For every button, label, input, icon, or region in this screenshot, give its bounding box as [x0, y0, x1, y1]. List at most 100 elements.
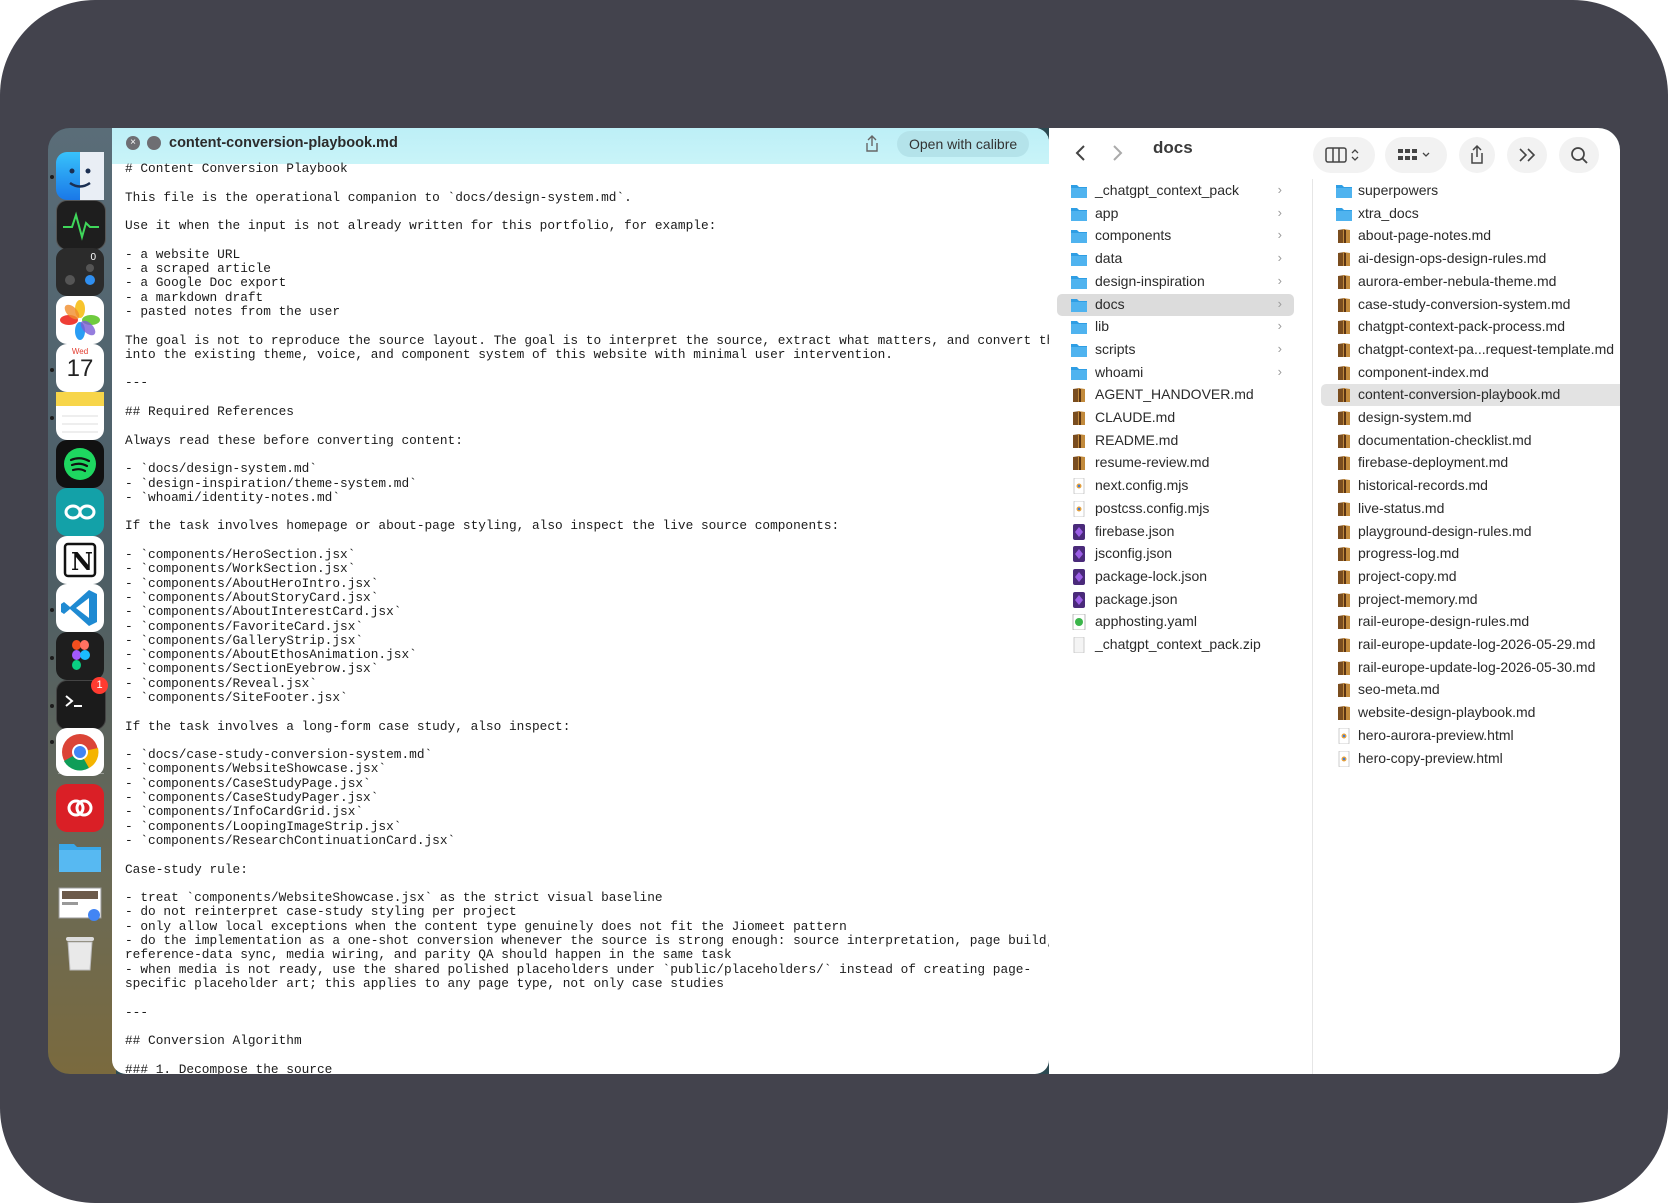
- file-icon: [1335, 342, 1353, 358]
- file-item[interactable]: chatgpt-context-pack-process.md: [1321, 316, 1620, 338]
- file-item[interactable]: postcss.config.mjs: [1057, 498, 1294, 520]
- file-item[interactable]: chatgpt-context-pa...request-template.md: [1321, 339, 1620, 361]
- file-item[interactable]: playground-design-rules.md: [1321, 521, 1620, 543]
- folder-item[interactable]: xtra_docs: [1321, 203, 1620, 225]
- item-label: rail-europe-design-rules.md: [1358, 613, 1530, 630]
- search-button[interactable]: [1559, 137, 1599, 173]
- quick-look-titlebar: × content-conversion-playbook.md Open wi…: [112, 128, 1049, 164]
- spotify-icon[interactable]: [56, 440, 104, 488]
- creative-cloud-icon[interactable]: [56, 784, 104, 832]
- share-icon[interactable]: [864, 134, 880, 154]
- folder-item[interactable]: design-inspiration ›: [1057, 271, 1294, 293]
- item-label: case-study-conversion-system.md: [1358, 295, 1571, 312]
- photos-icon[interactable]: [56, 296, 104, 344]
- file-item[interactable]: firebase-deployment.md: [1321, 452, 1620, 474]
- file-item[interactable]: firebase.json: [1057, 521, 1294, 543]
- file-icon: [1335, 682, 1353, 698]
- notes-icon[interactable]: [56, 392, 104, 440]
- figma-icon[interactable]: [56, 632, 104, 680]
- file-item[interactable]: resume-review.md: [1057, 452, 1294, 474]
- folder-icon: [1070, 274, 1088, 290]
- file-item[interactable]: next.config.mjs: [1057, 475, 1294, 497]
- file-item[interactable]: project-copy.md: [1321, 566, 1620, 588]
- file-item[interactable]: documentation-checklist.md: [1321, 430, 1620, 452]
- file-icon: [1070, 546, 1088, 563]
- close-icon[interactable]: ×: [126, 136, 140, 150]
- folder-item[interactable]: app ›: [1057, 203, 1294, 225]
- file-item[interactable]: historical-records.md: [1321, 475, 1620, 497]
- folder-icon: [1070, 297, 1088, 313]
- file-item[interactable]: case-study-conversion-system.md: [1321, 294, 1620, 316]
- file-item[interactable]: rail-europe-update-log-2026-05-29.md: [1321, 634, 1620, 656]
- view-mode-button[interactable]: [1313, 137, 1375, 173]
- more-toolbar-button[interactable]: [1507, 137, 1547, 173]
- forward-icon[interactable]: [1109, 142, 1125, 164]
- folder-item[interactable]: data ›: [1057, 248, 1294, 270]
- item-label: project-memory.md: [1358, 590, 1478, 607]
- file-item[interactable]: design-system.md: [1321, 407, 1620, 429]
- folder-item[interactable]: _chatgpt_context_pack ›: [1057, 180, 1294, 202]
- file-item[interactable]: website-design-playbook.md: [1321, 702, 1620, 724]
- file-item[interactable]: about-page-notes.md: [1321, 225, 1620, 247]
- arduino-icon[interactable]: [56, 488, 104, 536]
- file-icon: [1335, 410, 1353, 426]
- folder-item[interactable]: lib ›: [1057, 316, 1294, 338]
- item-label: whoami: [1095, 363, 1144, 380]
- file-item[interactable]: rail-europe-design-rules.md: [1321, 611, 1620, 633]
- file-item[interactable]: CLAUDE.md: [1057, 407, 1294, 429]
- terminal-icon[interactable]: 1: [56, 677, 108, 730]
- finder-icon[interactable]: [56, 152, 104, 200]
- file-icon: [1335, 501, 1353, 517]
- notion-icon[interactable]: N: [56, 536, 104, 584]
- open-with-button[interactable]: Open with calibre: [897, 131, 1030, 157]
- back-icon[interactable]: [1073, 142, 1089, 164]
- file-item[interactable]: hero-copy-preview.html: [1321, 748, 1620, 770]
- file-item[interactable]: AGENT_HANDOVER.md: [1057, 384, 1294, 406]
- file-item[interactable]: README.md: [1057, 430, 1294, 452]
- folder-icon: [1335, 206, 1353, 222]
- folder-icon: [1070, 206, 1088, 222]
- file-icon: [1070, 591, 1088, 608]
- file-item[interactable]: seo-meta.md: [1321, 679, 1620, 701]
- file-item[interactable]: package.json: [1057, 589, 1294, 611]
- file-item[interactable]: aurora-ember-nebula-theme.md: [1321, 271, 1620, 293]
- folder-item[interactable]: components ›: [1057, 225, 1294, 247]
- file-item[interactable]: _chatgpt_context_pack.zip: [1057, 634, 1294, 656]
- file-item[interactable]: jsconfig.json: [1057, 543, 1294, 565]
- calculator-icon[interactable]: 0: [56, 248, 104, 296]
- file-icon: [1070, 613, 1088, 631]
- folder-item[interactable]: docs ›: [1057, 293, 1294, 316]
- group-button[interactable]: [1385, 137, 1447, 173]
- file-item[interactable]: hero-aurora-preview.html: [1321, 725, 1620, 747]
- share-button[interactable]: [1459, 137, 1495, 173]
- item-label: live-status.md: [1358, 499, 1445, 516]
- screen: 0 Wed 17 N 1 × content-conversion-playbo…: [48, 128, 1620, 1074]
- folder-item[interactable]: scripts ›: [1057, 339, 1294, 361]
- file-item[interactable]: live-status.md: [1321, 498, 1620, 520]
- file-item[interactable]: progress-log.md: [1321, 543, 1620, 565]
- folder-item[interactable]: superpowers: [1321, 180, 1620, 202]
- vscode-icon[interactable]: [56, 584, 104, 632]
- file-icon: [1335, 478, 1353, 494]
- chevron-right-icon: ›: [1277, 204, 1282, 220]
- file-item[interactable]: package-lock.json: [1057, 566, 1294, 588]
- preview-thumbnail-icon[interactable]: [56, 880, 104, 928]
- file-item[interactable]: project-memory.md: [1321, 589, 1620, 611]
- fullscreen-icon[interactable]: [147, 136, 161, 150]
- file-icon: [1070, 433, 1088, 449]
- file-item[interactable]: content-conversion-playbook.md: [1321, 384, 1620, 407]
- chrome-icon[interactable]: [56, 728, 104, 776]
- activity-monitor-icon[interactable]: [56, 200, 106, 250]
- file-item[interactable]: apphosting.yaml: [1057, 611, 1294, 633]
- trash-icon[interactable]: [56, 928, 104, 976]
- file-icon: [1335, 387, 1353, 403]
- file-item[interactable]: rail-europe-update-log-2026-05-30.md: [1321, 657, 1620, 679]
- folder-item[interactable]: whoami ›: [1057, 362, 1294, 384]
- folder-icon[interactable]: [56, 832, 104, 880]
- file-item[interactable]: ai-design-ops-design-rules.md: [1321, 248, 1620, 270]
- calendar-icon[interactable]: Wed 17: [56, 344, 104, 392]
- file-icon: [1070, 636, 1088, 654]
- file-item[interactable]: component-index.md: [1321, 362, 1620, 384]
- file-icon: [1335, 228, 1353, 244]
- file-icon: [1335, 251, 1353, 267]
